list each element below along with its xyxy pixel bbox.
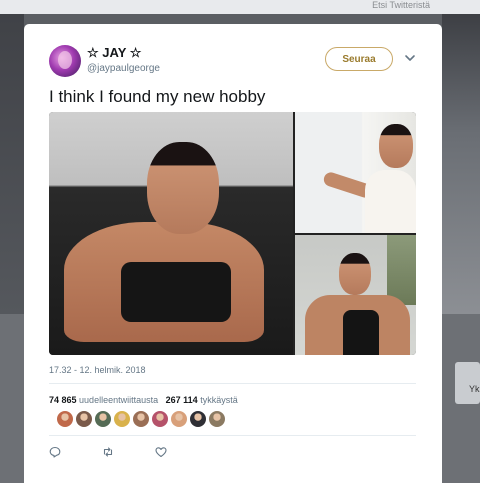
liker-avatar-5[interactable] xyxy=(133,411,149,427)
tweet-stats: 74 865 uudelleentwiittausta 267 114 tykk… xyxy=(49,395,238,405)
background-photo-right xyxy=(442,14,480,314)
tweet-timestamp[interactable]: 17.32 - 12. helmik. 2018 xyxy=(49,365,146,375)
photo-bottom-right[interactable] xyxy=(295,235,416,355)
reply-button[interactable] xyxy=(49,445,102,459)
follow-button[interactable]: Seuraa xyxy=(325,47,393,71)
author-avatar[interactable] xyxy=(49,45,81,77)
liker-avatars xyxy=(57,411,225,427)
media-grid xyxy=(49,112,416,355)
side-widget[interactable]: Yk xyxy=(455,362,480,404)
background-photo-left xyxy=(0,14,24,314)
liker-avatar-2[interactable] xyxy=(76,411,92,427)
retweets-count[interactable]: 74 865 xyxy=(49,395,77,405)
reply-icon xyxy=(49,446,61,458)
retweet-button[interactable] xyxy=(102,445,155,459)
liker-avatar-3[interactable] xyxy=(95,411,111,427)
photo-top-right[interactable] xyxy=(295,112,416,233)
liker-avatar-8[interactable] xyxy=(190,411,206,427)
chevron-down-icon[interactable] xyxy=(404,52,416,64)
author-handle[interactable]: @jaypaulgeorge xyxy=(87,63,160,74)
tweet-actions xyxy=(49,445,208,459)
page-header-strip: Etsi Twitteristä xyxy=(0,0,480,14)
likes-label[interactable]: tykkäystä xyxy=(200,395,238,405)
divider xyxy=(49,435,416,436)
heart-icon xyxy=(155,447,167,458)
side-widget-label: Yk xyxy=(469,384,480,394)
retweet-icon xyxy=(103,447,113,457)
retweets-label[interactable]: uudelleentwiittausta xyxy=(79,395,158,405)
likes-count[interactable]: 267 114 xyxy=(166,395,198,405)
liker-avatar-9[interactable] xyxy=(209,411,225,427)
liker-avatar-4[interactable] xyxy=(114,411,130,427)
liker-avatar-7[interactable] xyxy=(171,411,187,427)
liker-avatar-1[interactable] xyxy=(57,411,73,427)
like-button[interactable] xyxy=(155,445,208,459)
photo-main[interactable] xyxy=(49,112,293,355)
divider xyxy=(49,383,416,384)
search-field-text[interactable]: Etsi Twitteristä xyxy=(372,0,430,10)
liker-avatar-6[interactable] xyxy=(152,411,168,427)
author-name[interactable]: ☆ JAY ☆ xyxy=(87,45,141,61)
tweet-text: I think I found my new hobby xyxy=(49,87,266,106)
tweet-modal: ☆ JAY ☆ @jaypaulgeorge Seuraa I think I … xyxy=(24,24,442,483)
